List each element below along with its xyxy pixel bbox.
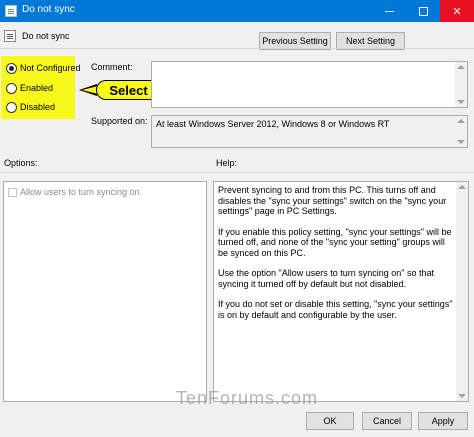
comment-textarea[interactable] — [151, 61, 468, 108]
scroll-down-icon[interactable] — [458, 394, 466, 398]
radio-disabled[interactable]: Disabled — [6, 100, 55, 114]
comment-label: Comment: — [91, 62, 133, 72]
radio-circle — [6, 62, 17, 74]
scroll-up-icon[interactable] — [457, 119, 465, 123]
maximize-icon — [418, 6, 428, 16]
radio-enabled[interactable]: Enabled — [6, 81, 53, 95]
policy-window-icon — [5, 5, 17, 17]
checkbox-box — [8, 187, 17, 197]
help-paragraph: Prevent syncing to and from this PC. Thi… — [218, 185, 447, 216]
header-divider — [0, 48, 474, 49]
scroll-up-icon[interactable] — [458, 185, 466, 189]
scroll-down-icon[interactable] — [457, 100, 465, 104]
close-button[interactable]: ✕ — [440, 0, 474, 22]
help-scrollbar[interactable] — [456, 182, 468, 401]
ok-button[interactable]: OK — [306, 412, 354, 430]
minimize-icon — [384, 10, 394, 12]
radio-label: Enabled — [20, 83, 54, 93]
cancel-button[interactable]: Cancel — [362, 412, 412, 430]
help-paragraph: If you enable this policy setting, "sync… — [218, 226, 452, 258]
title-bar: Do not sync ✕ — [0, 0, 474, 22]
help-paragraph: Use the option "Allow users to turn sync… — [218, 268, 435, 289]
options-label: Options: — [4, 158, 38, 168]
allow-sync-checkbox-label: Allow users to turn syncing on. — [20, 187, 143, 197]
section-divider — [0, 172, 474, 173]
radio-selected-dot — [9, 65, 14, 71]
radio-not-configured[interactable]: Not Configured — [6, 61, 81, 75]
supported-on-field: At least Windows Server 2012, Windows 8 … — [151, 115, 468, 148]
comment-scrollbar[interactable] — [455, 62, 467, 107]
close-icon: ✕ — [452, 5, 462, 18]
help-panel: Prevent syncing to and from this PC. Thi… — [213, 181, 469, 402]
allow-sync-checkbox[interactable]: Allow users to turn syncing on. — [8, 187, 142, 197]
maximize-button[interactable] — [406, 0, 440, 22]
supported-scrollbar[interactable] — [455, 116, 467, 147]
radio-circle — [6, 82, 17, 94]
supported-on-label: Supported on: — [91, 116, 148, 126]
apply-button[interactable]: Apply — [418, 412, 468, 430]
policy-setting-icon — [4, 30, 16, 42]
help-paragraph: If you do not set or disable this settin… — [218, 299, 453, 320]
radio-circle — [6, 101, 17, 113]
supported-on-value: At least Windows Server 2012, Windows 8 … — [156, 119, 390, 129]
options-panel: Allow users to turn syncing on. — [3, 181, 207, 402]
minimize-button[interactable] — [372, 0, 406, 22]
policy-name: Do not sync — [22, 31, 70, 41]
radio-label: Disabled — [20, 102, 56, 112]
radio-label: Not Configured — [20, 63, 81, 73]
window-title: Do not sync — [22, 4, 75, 15]
help-label: Help: — [216, 158, 238, 168]
policy-header: Do not sync — [4, 28, 134, 44]
scroll-down-icon[interactable] — [457, 140, 465, 144]
watermark: TenForums.com — [176, 388, 319, 408]
scroll-up-icon[interactable] — [457, 65, 465, 69]
help-text: Prevent syncing to and from this PC. Thi… — [218, 185, 454, 330]
